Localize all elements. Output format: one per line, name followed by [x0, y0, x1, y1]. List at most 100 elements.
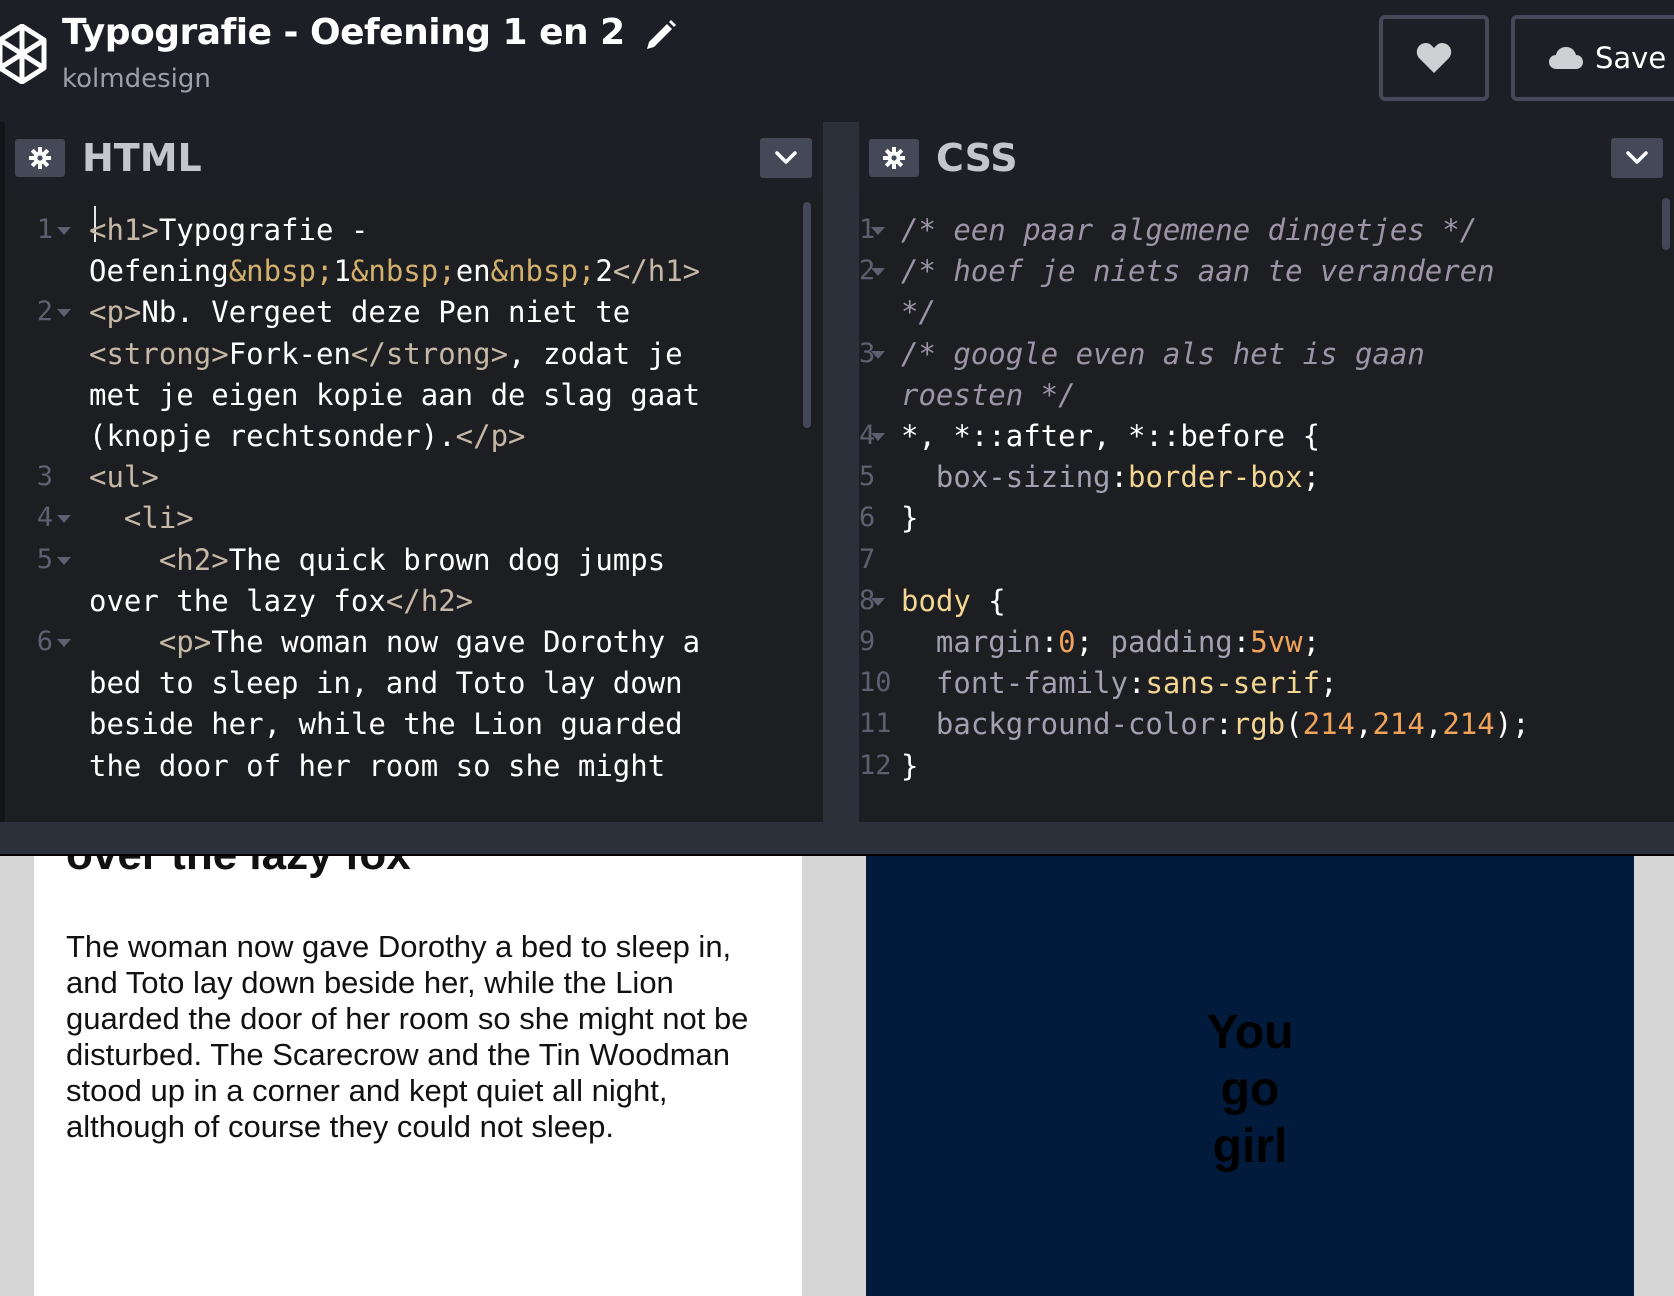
css-editor-header: CSS — [859, 122, 1674, 194]
code-line: Oefening&nbsp;1&nbsp;en&nbsp;2</h1> — [89, 249, 700, 293]
line-number-gutter: 1 2 3 4 5 6 — [5, 194, 90, 822]
code-token: Fork-en — [228, 336, 351, 371]
pen-title-text[interactable]: Typografie - Oefening 1 en 2 — [62, 12, 625, 53]
css-editor-menu-button[interactable] — [1611, 138, 1663, 178]
gear-icon — [29, 147, 51, 169]
code-line: <h1>Typografie - — [89, 208, 368, 252]
fold-arrow-icon[interactable] — [57, 227, 71, 235]
code-token: </strong> — [350, 336, 509, 371]
code-token: 1 — [333, 254, 351, 289]
html-editor-menu-button[interactable] — [760, 138, 812, 178]
code-line: */ — [901, 290, 936, 334]
html-settings-button[interactable] — [15, 139, 65, 177]
code-token: , — [1424, 707, 1443, 742]
line-number: 6 — [859, 502, 876, 534]
code-line: } — [901, 496, 918, 540]
slogan-line: go — [1220, 1063, 1280, 1116]
code-token: 214 — [1372, 707, 1425, 742]
code-line: margin:0; padding:5vw; — [901, 620, 1320, 664]
code-line: the door of her room so she might — [89, 744, 665, 788]
css-scrollbar[interactable] — [1662, 198, 1670, 250]
code-token: &nbsp; — [228, 254, 334, 289]
preview-paragraph: The woman now gave Dorothy a bed to slee… — [66, 929, 749, 1144]
code-token: <strong> — [89, 336, 229, 371]
fold-arrow-icon[interactable] — [871, 268, 885, 277]
heart-button[interactable] — [1379, 15, 1489, 101]
fold-arrow-icon[interactable] — [871, 227, 885, 235]
fold-arrow-icon[interactable] — [871, 433, 885, 441]
codepen-logo-icon[interactable] — [0, 24, 48, 84]
code-token: : — [1127, 666, 1146, 701]
fold-arrow-icon[interactable] — [57, 556, 71, 565]
code-token: <h1> — [89, 213, 159, 247]
line-number: 3 — [36, 461, 53, 493]
code-token: body — [901, 583, 971, 618]
save-button[interactable]: Save — [1511, 15, 1674, 101]
fold-arrow-icon[interactable] — [871, 350, 885, 359]
css-settings-button[interactable] — [869, 139, 919, 177]
pen-title[interactable]: Typografie - Oefening 1 en 2 — [62, 12, 677, 53]
top-bar: Typografie - Oefening 1 en 2 kolmdesign … — [0, 0, 1674, 122]
code-token: , — [1355, 707, 1373, 742]
code-token: The quick brown dog jumps — [228, 542, 666, 577]
pencil-icon[interactable] — [643, 18, 677, 50]
line-number: 11 — [859, 708, 892, 740]
preview-resize-bar[interactable] — [0, 822, 1674, 856]
code-token: margin — [935, 625, 1041, 659]
css-editor-title: CSS — [936, 136, 1018, 180]
css-code-area[interactable]: 1 2 3 4 5 6 7 8 9 10 11 12 /* een paar algemene din… — [859, 194, 1674, 822]
code-line: /* een paar algemene dingetjes */ — [901, 208, 1477, 252]
html-editor-title: HTML — [82, 136, 202, 180]
code-token: met je eigen kopie aan de slag gaat — [89, 377, 701, 412]
fold-arrow-icon[interactable] — [57, 639, 71, 647]
code-token: Nb. Vergeet deze Pen niet te — [141, 295, 631, 330]
preview-heading: over the lazy fox — [66, 856, 411, 880]
code-token: /* hoef je niets aan te veranderen — [901, 254, 1495, 289]
code-token: { — [970, 583, 1006, 618]
line-number: 2 — [859, 255, 876, 287]
code-token: padding — [1110, 625, 1233, 659]
code-token: en — [455, 254, 491, 289]
code-token: border-box — [1128, 460, 1303, 495]
save-label: Save — [1595, 41, 1667, 75]
code-token: /* een paar algemene dingetjes */ — [901, 213, 1478, 247]
code-token: background-color — [935, 707, 1216, 742]
line-number: 9 — [859, 626, 876, 657]
html-code-area[interactable]: 123456 <h1>Typografie - Oefening&nbsp;1&n… — [5, 194, 823, 822]
code-line: <li> — [89, 496, 194, 540]
heart-icon — [1416, 43, 1452, 73]
code-token: bed to sleep in, and Toto lay down — [89, 666, 683, 701]
code-token: <p> — [158, 625, 212, 659]
code-token: (knopje rechtsonder). — [89, 419, 456, 453]
code-line: background-color:rgb(214,214,214); — [901, 702, 1530, 746]
html-scrollbar[interactable] — [803, 202, 811, 428]
chevron-down-icon — [1626, 151, 1648, 164]
fold-arrow-icon[interactable] — [871, 597, 885, 606]
code-token: Oefening — [89, 254, 229, 289]
line-number: 4 — [36, 502, 53, 534]
code-line: body { — [901, 579, 1006, 623]
code-line: } — [901, 744, 918, 788]
code-token: over the lazy fox — [89, 583, 386, 618]
line-number: 3 — [859, 337, 876, 369]
editor-area: HTML 123456 <h1>Typografie - Oefening&nbs… — [0, 122, 1674, 822]
preview-dark-card: You go girl — [866, 856, 1634, 1296]
code-token: &nbsp; — [490, 254, 596, 289]
pen-owner[interactable]: kolmdesign — [62, 64, 211, 94]
code-token: <ul> — [89, 460, 159, 495]
fold-arrow-icon[interactable] — [57, 309, 71, 318]
slogan-line: girl — [1212, 1120, 1288, 1173]
code-line: <strong>Fork-en</strong>, zodat je — [89, 332, 683, 376]
line-number: 8 — [859, 584, 876, 616]
code-token: : — [1232, 625, 1251, 659]
code-token: <li> — [123, 501, 194, 536]
editor-resize-handle[interactable] — [823, 122, 859, 822]
code-token: } — [901, 748, 919, 783]
code-token: ); — [1494, 707, 1530, 742]
fold-arrow-icon[interactable] — [57, 515, 71, 524]
code-line: *, *::after, *::before { — [901, 414, 1320, 458]
code-line: box-sizing:border-box; — [901, 455, 1320, 499]
